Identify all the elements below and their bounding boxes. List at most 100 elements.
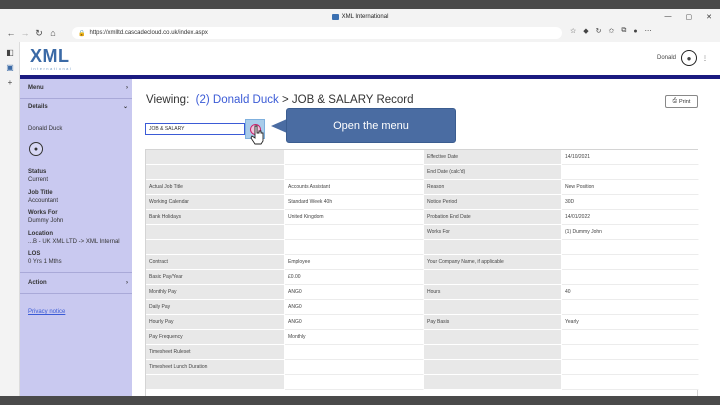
location-value: ...B - UK XML LTD -> XML Internal bbox=[28, 239, 120, 245]
person-link[interactable]: (2) Donald Duck bbox=[196, 94, 279, 106]
table-row: Actual Job Title Accounts Assistant Reason… bbox=[146, 180, 699, 195]
field-label: Reason bbox=[424, 180, 562, 195]
field-label: End Date (calc'd) bbox=[424, 165, 562, 180]
lock-icon: 🔒 bbox=[78, 30, 86, 37]
table-row: Timesheet Lunch Duration bbox=[146, 360, 699, 375]
sidebar-details-label: Details bbox=[28, 103, 48, 110]
profile-icon[interactable]: ● bbox=[633, 28, 637, 35]
printer-icon: ⎙ bbox=[672, 98, 678, 104]
refresh-sync-icon[interactable]: ↻ bbox=[596, 27, 602, 35]
user-more-icon[interactable]: ⋮ bbox=[702, 55, 708, 62]
sidebar-person: Donald Duck bbox=[28, 126, 128, 132]
url-text: https://xmlltd.cascadecloud.co.uk/index.… bbox=[89, 30, 208, 36]
los-value: 0 Yrs 1 Mths bbox=[28, 259, 62, 265]
left-sidebar: Menu › Details ⌄ Donald Duck ● Status Cu… bbox=[20, 79, 132, 396]
works-for-label: Works For bbox=[28, 210, 58, 216]
field-value: Monthly bbox=[285, 330, 424, 345]
field-label: Notice Period bbox=[424, 195, 562, 210]
forward-icon[interactable]: → bbox=[18, 28, 32, 38]
extension-icon[interactable]: ◆ bbox=[583, 27, 588, 35]
field-value: £0.00 bbox=[285, 270, 424, 285]
field-label: Bank Holidays bbox=[146, 210, 285, 225]
print-button[interactable]: ⎙ Print bbox=[665, 95, 698, 108]
field-label bbox=[146, 150, 285, 165]
field-label: Monthly Pay bbox=[146, 285, 285, 300]
back-icon[interactable]: ← bbox=[4, 28, 18, 38]
sidebar-details[interactable]: Details ⌄ bbox=[28, 103, 128, 111]
table-row: Timesheet Ruleset bbox=[146, 345, 699, 360]
table-row bbox=[146, 240, 699, 255]
field-value bbox=[562, 360, 699, 375]
field-value: ANG0 bbox=[285, 285, 424, 300]
job-title-label: Job Title bbox=[28, 190, 53, 196]
status-label: Status bbox=[28, 169, 47, 175]
field-label bbox=[146, 240, 285, 255]
field-value bbox=[285, 225, 424, 240]
collections-icon[interactable]: ⧉ bbox=[621, 27, 626, 35]
tabs-icon[interactable]: ◧ bbox=[0, 48, 20, 57]
home-icon[interactable]: ⌂ bbox=[46, 28, 60, 38]
field-label: Basic Pay/Year bbox=[146, 270, 285, 285]
field-value bbox=[562, 345, 699, 360]
field-label: Effective Date bbox=[424, 150, 562, 165]
field-label: Working Calendar bbox=[146, 195, 285, 210]
table-row: Effective Date 14/10/2021 bbox=[146, 150, 699, 165]
user-avatar-icon[interactable]: ● bbox=[681, 50, 697, 66]
field-label: Works For bbox=[424, 225, 562, 240]
field-label: Pay Basis bbox=[424, 315, 562, 330]
field-label bbox=[424, 360, 562, 375]
field-value bbox=[562, 165, 699, 180]
field-value bbox=[562, 330, 699, 345]
xml-logo: XML bbox=[30, 46, 70, 66]
field-label bbox=[146, 165, 285, 180]
close-icon[interactable]: ✕ bbox=[706, 13, 712, 21]
more-icon[interactable]: ⋯ bbox=[645, 27, 652, 35]
field-value bbox=[562, 240, 699, 255]
field-label: Your Company Name, if applicable bbox=[424, 255, 562, 270]
maximize-icon[interactable]: ▢ bbox=[686, 13, 693, 21]
table-row: Monthly Pay ANG0 Hours 40 bbox=[146, 285, 699, 300]
field-value bbox=[285, 345, 424, 360]
breadcrumb-separator: > bbox=[281, 94, 289, 106]
table-row: End Date (calc'd) bbox=[146, 165, 699, 180]
favorite-star-icon[interactable]: ☆ bbox=[570, 27, 576, 35]
user-menu[interactable]: Donald ● ⋮ bbox=[657, 50, 708, 66]
works-for-value: Dummy John bbox=[28, 218, 64, 224]
tab-favicon-icon[interactable]: ▣ bbox=[0, 63, 20, 72]
field-value: New Position bbox=[562, 180, 699, 195]
sidebar-menu[interactable]: Menu › bbox=[28, 85, 128, 91]
field-value: 14/10/2021 bbox=[562, 150, 699, 165]
field-value bbox=[285, 240, 424, 255]
viewing-label: Viewing: bbox=[146, 94, 190, 106]
favorites-icon[interactable]: ✩ bbox=[609, 27, 615, 35]
hand-cursor-icon bbox=[250, 125, 264, 145]
field-value: Accounts Assistant bbox=[285, 180, 424, 195]
record-type-select[interactable]: JOB & SALARY bbox=[145, 123, 245, 135]
refresh-icon[interactable]: ↻ bbox=[32, 28, 46, 39]
table-row: Contract Employee Your Company Name, if ap… bbox=[146, 255, 699, 270]
url-field[interactable]: 🔒 https://xmlltd.cascadecloud.co.uk/inde… bbox=[72, 27, 562, 39]
callout-pointer bbox=[271, 119, 287, 133]
field-label: Hourly Pay bbox=[146, 315, 285, 330]
field-label bbox=[424, 270, 562, 285]
chevron-down-icon: ⌄ bbox=[122, 104, 128, 110]
field-label: Timesheet Ruleset bbox=[146, 345, 285, 360]
chevron-right-icon: › bbox=[126, 85, 128, 91]
field-label bbox=[424, 330, 562, 345]
sidebar-action[interactable]: Action › bbox=[28, 280, 128, 286]
field-label bbox=[424, 375, 562, 390]
field-value bbox=[285, 375, 424, 390]
table-row bbox=[146, 375, 699, 390]
site-favicon-icon bbox=[331, 13, 339, 20]
table-row: Daily Pay ANG0 bbox=[146, 300, 699, 315]
field-value: Yearly bbox=[562, 315, 699, 330]
minimize-icon[interactable]: — bbox=[665, 13, 672, 20]
record-title: JOB & SALARY Record bbox=[291, 94, 414, 106]
field-value: Employee bbox=[285, 255, 424, 270]
new-tab-icon[interactable]: + bbox=[0, 78, 20, 87]
job-salary-grid: Effective Date 14/10/2021 End Date (calc'd… bbox=[145, 149, 699, 396]
privacy-notice-link[interactable]: Privacy notice bbox=[28, 309, 65, 315]
user-name: Donald bbox=[656, 55, 676, 61]
field-label bbox=[424, 345, 562, 360]
person-avatar-icon[interactable]: ● bbox=[29, 142, 43, 156]
